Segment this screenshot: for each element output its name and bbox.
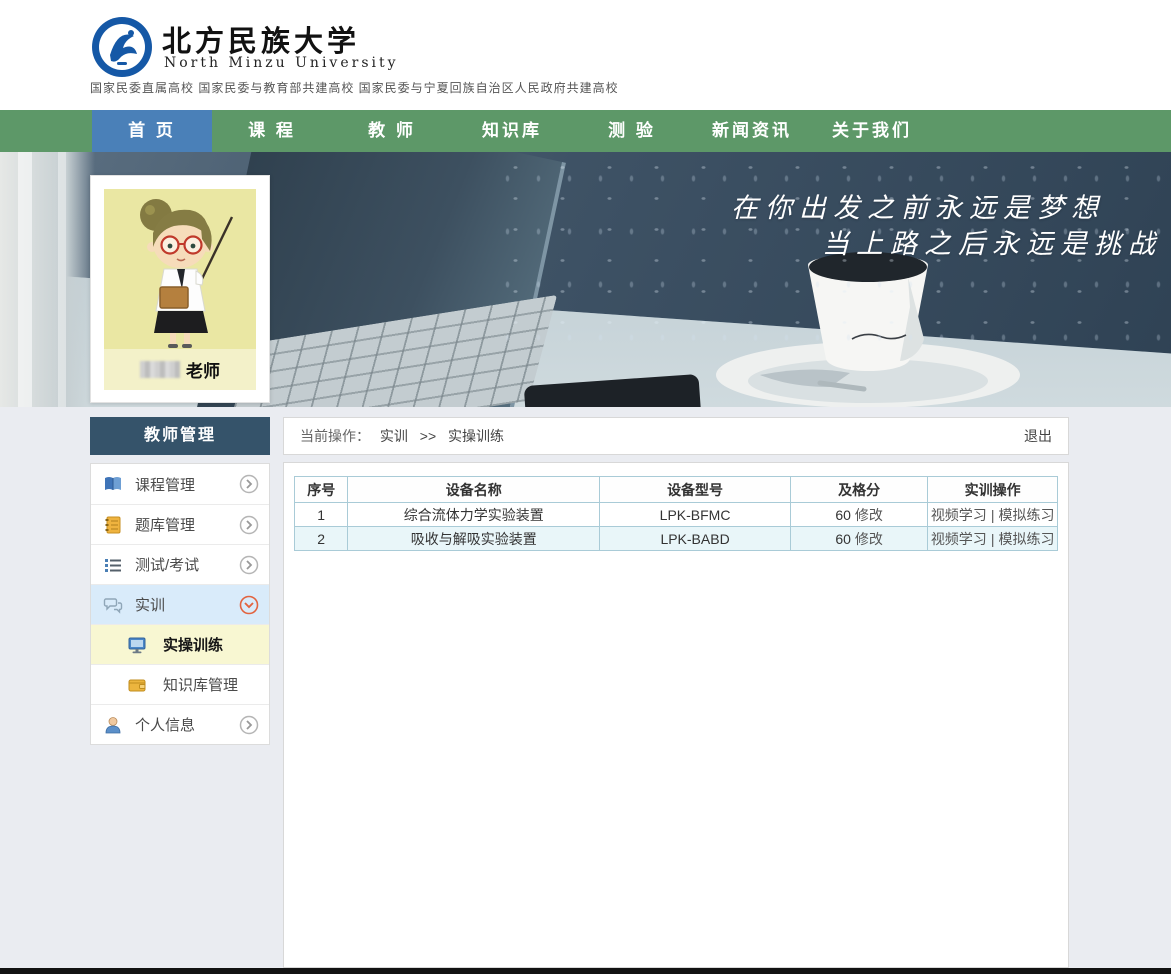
table-row: 1 综合流体力学实验装置 LPK-BFMC 60 修改 视频学习|模拟练习	[295, 503, 1058, 527]
action-separator: |	[991, 507, 995, 523]
sidebar-item-label: 个人信息	[135, 714, 195, 735]
page: 北方民族大学 North Minzu University 国家民委直属高校 国…	[0, 0, 1171, 974]
monitor-icon	[127, 635, 147, 655]
footer-bar	[0, 968, 1171, 974]
sidebar-item-question-bank[interactable]: 题库管理	[91, 504, 269, 544]
book-icon	[103, 474, 123, 494]
sidebar-item-label: 实操训练	[163, 634, 223, 655]
cell-actions: 视频学习|模拟练习	[928, 527, 1058, 551]
chevron-right-icon[interactable]	[239, 715, 259, 735]
teacher-title: 老师	[186, 357, 220, 382]
sidebar-item-practical-training[interactable]: 实训	[91, 584, 269, 624]
nav-item-courses[interactable]: 课 程	[212, 110, 332, 152]
university-tagline: 国家民委直属高校 国家民委与教育部共建高校 国家民委与宁夏回族自治区人民政府共建…	[90, 79, 619, 96]
person-icon	[103, 715, 123, 735]
nav-item-knowledge[interactable]: 知识库	[452, 110, 572, 152]
chat-bubbles-icon	[103, 595, 123, 615]
sidebar-item-label: 测试/考试	[135, 554, 199, 575]
table-row: 2 吸收与解吸实验装置 LPK-BABD 60 修改 视频学习|模拟练习	[295, 527, 1058, 551]
university-seal-icon	[90, 15, 154, 79]
sidebar-subitem-knowledge-base-management[interactable]: 知识库管理	[91, 664, 269, 704]
simulation-practice-link[interactable]: 模拟练习	[998, 531, 1054, 547]
cell-actions: 视频学习|模拟练习	[928, 503, 1058, 527]
sidebar-item-tests-exams[interactable]: 测试/考试	[91, 544, 269, 584]
list-icon	[103, 555, 123, 575]
column-header-device-name: 设备名称	[348, 477, 600, 503]
sidebar-item-personal-info[interactable]: 个人信息	[91, 704, 269, 744]
blurred-name	[140, 361, 180, 378]
cell-index: 2	[295, 527, 348, 551]
cell-device-name: 吸收与解吸实验装置	[348, 527, 600, 551]
cell-pass-score: 60 修改	[790, 527, 927, 551]
simulation-practice-link[interactable]: 模拟练习	[998, 507, 1054, 523]
main-nav: 首 页 课 程 教 师 知识库 测 验 新闻资讯 关于我们	[0, 110, 1171, 152]
teacher-avatar	[104, 189, 256, 349]
teacher-profile-card: 老师	[90, 175, 270, 403]
cell-device-name: 综合流体力学实验装置	[348, 503, 600, 527]
chevron-right-icon[interactable]	[239, 555, 259, 575]
logout-button[interactable]: 退出	[1024, 418, 1052, 454]
breadcrumb-current: 实操训练	[448, 428, 504, 444]
site-header: 北方民族大学 North Minzu University 国家民委直属高校 国…	[0, 0, 1171, 110]
video-study-link[interactable]: 视频学习	[931, 507, 987, 523]
breadcrumb: 当前操作： 实训 >> 实操训练 退出	[283, 417, 1069, 455]
wallet-icon	[127, 675, 147, 695]
column-header-pass-score: 及格分	[790, 477, 927, 503]
university-name-cn: 北方民族大学	[162, 18, 360, 60]
sidebar-item-label: 实训	[135, 594, 165, 615]
cell-pass-score: 60 修改	[790, 503, 927, 527]
cell-device-model: LPK-BABD	[600, 527, 791, 551]
notebook-icon	[103, 515, 123, 535]
column-header-device-model: 设备型号	[600, 477, 791, 503]
action-separator: |	[991, 531, 995, 547]
banner-slogan-line1: 在你出发之前永远是梦想	[731, 186, 1105, 225]
teacher-name-label: 老师	[104, 349, 256, 390]
sidebar-title: 教师管理	[90, 417, 270, 455]
sidebar-item-course-management[interactable]: 课程管理	[91, 464, 269, 504]
cell-index: 1	[295, 503, 348, 527]
sidebar-menu: 课程管理 题库管理	[90, 463, 270, 745]
chevron-down-icon[interactable]	[239, 595, 259, 615]
breadcrumb-prefix: 当前操作：	[300, 428, 370, 444]
nav-item-about[interactable]: 关于我们	[812, 110, 932, 152]
edit-link[interactable]: 修改	[855, 531, 883, 547]
chevron-right-icon[interactable]	[239, 474, 259, 494]
breadcrumb-section: 实训	[380, 428, 408, 444]
column-header-index: 序号	[295, 477, 348, 503]
pass-score-value: 60	[835, 507, 851, 523]
table-header-row: 序号 设备名称 设备型号 及格分 实训操作	[295, 477, 1058, 503]
sidebar-item-label: 题库管理	[135, 514, 195, 535]
breadcrumb-separator: >>	[420, 428, 436, 444]
nav-item-news[interactable]: 新闻资讯	[692, 110, 812, 152]
banner-slogan-line2: 当上路之后永远是挑战	[822, 222, 1162, 261]
devices-table: 序号 设备名称 设备型号 及格分 实训操作 1 综合流体力学实验装置 LPK-B…	[294, 476, 1058, 551]
cell-device-model: LPK-BFMC	[600, 503, 791, 527]
banner-window-light	[0, 152, 95, 407]
nav-item-home[interactable]: 首 页	[92, 110, 212, 152]
pass-score-value: 60	[835, 531, 851, 547]
edit-link[interactable]: 修改	[855, 507, 883, 523]
column-header-actions: 实训操作	[928, 477, 1058, 503]
sidebar-item-label: 知识库管理	[163, 674, 238, 695]
sidebar-item-label: 课程管理	[135, 474, 195, 495]
main-content-panel: 序号 设备名称 设备型号 及格分 实训操作 1 综合流体力学实验装置 LPK-B…	[283, 462, 1069, 968]
university-name-en: North Minzu University	[164, 55, 399, 71]
nav-item-tests[interactable]: 测 验	[572, 110, 692, 152]
video-study-link[interactable]: 视频学习	[931, 531, 987, 547]
chevron-right-icon[interactable]	[239, 515, 259, 535]
nav-item-teachers[interactable]: 教 师	[332, 110, 452, 152]
sidebar-subitem-hands-on-training[interactable]: 实操训练	[91, 624, 269, 664]
